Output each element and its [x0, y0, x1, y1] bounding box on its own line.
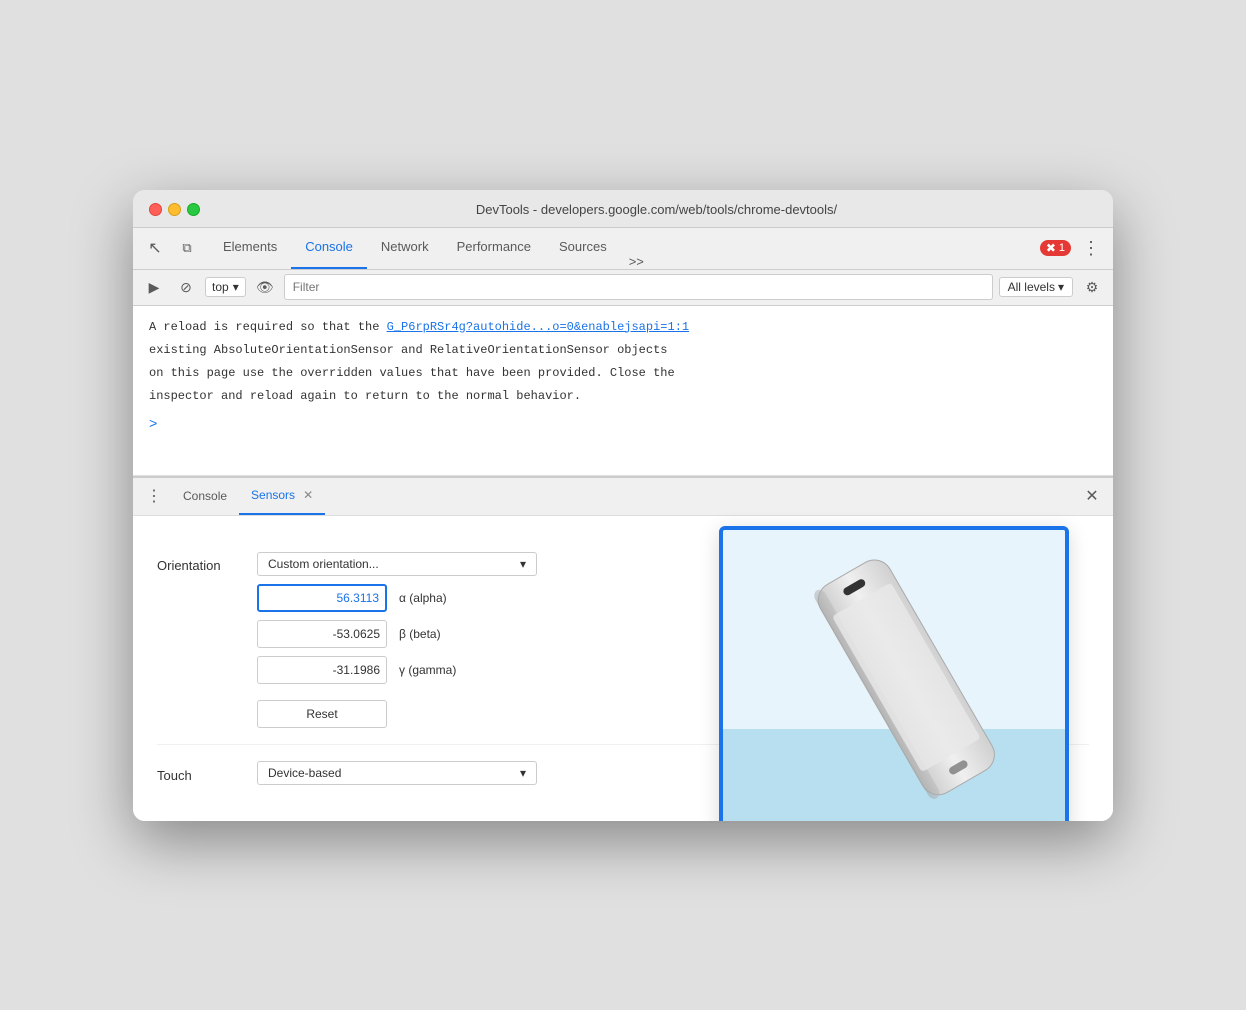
clear-btn[interactable]: ▶ — [141, 274, 167, 300]
bottom-tab-sensors[interactable]: Sensors ✕ — [239, 477, 325, 515]
titlebar: DevTools - developers.google.com/web/too… — [133, 190, 1113, 228]
more-vert-icon: ⋮ — [1082, 238, 1100, 259]
console-link[interactable]: G_P6rpRSr4g?autohide...o=0&enablejsapi=1… — [387, 320, 689, 334]
no-icon: ⊘ — [180, 279, 192, 296]
toolbar-right: ✖ 1 ⋮ — [1040, 234, 1105, 262]
traffic-lights — [149, 203, 200, 216]
minimize-traffic-light[interactable] — [168, 203, 181, 216]
filter-input[interactable] — [284, 274, 993, 300]
gamma-input[interactable] — [257, 656, 387, 684]
chevron-down-icon: ▾ — [520, 766, 526, 780]
tab-close-icon[interactable]: ✕ — [303, 488, 313, 502]
console-prompt[interactable]: > — [149, 414, 1097, 436]
eye-btn[interactable]: 👁 — [252, 274, 278, 300]
maximize-traffic-light[interactable] — [187, 203, 200, 216]
bottom-tab-console[interactable]: Console — [171, 477, 239, 515]
levels-value: All levels — [1008, 280, 1055, 294]
window-title: DevTools - developers.google.com/web/too… — [216, 202, 1097, 217]
settings-btn[interactable]: ⚙ — [1079, 274, 1105, 300]
context-value: top — [212, 280, 229, 294]
no-btn[interactable]: ⊘ — [173, 274, 199, 300]
alpha-row: α (alpha) — [257, 584, 537, 612]
gamma-label: γ (gamma) — [399, 663, 456, 677]
device-icon: ⧉ — [182, 240, 191, 256]
close-traffic-light[interactable] — [149, 203, 162, 216]
console-message-4: inspector and reload again to return to … — [149, 387, 1097, 406]
devtools-window: DevTools - developers.google.com/web/too… — [133, 190, 1113, 821]
more-vert-icon: ⋮ — [146, 486, 162, 506]
eye-icon: 👁 — [256, 279, 274, 296]
cursor-icon-btn[interactable]: ↖ — [141, 234, 169, 262]
orientation-viz-bg — [723, 530, 1065, 821]
touch-label: Touch — [157, 762, 257, 783]
context-selector[interactable]: top ▾ — [205, 277, 246, 297]
error-icon: ✖ — [1046, 241, 1056, 255]
touch-value: Device-based — [268, 766, 341, 780]
beta-input[interactable] — [257, 620, 387, 648]
orientation-label: Orientation — [157, 552, 257, 573]
tab-network[interactable]: Network — [367, 227, 443, 269]
chevron-down-icon: ▾ — [233, 280, 239, 294]
main-tabs: Elements Console Network Performance Sou… — [209, 228, 1040, 269]
console-message-1: A reload is required so that the G_P6rpR… — [149, 318, 1097, 337]
tab-performance[interactable]: Performance — [443, 227, 545, 269]
reset-button[interactable]: Reset — [257, 700, 387, 728]
more-menu-btn[interactable]: ⋮ — [1077, 234, 1105, 262]
phone-3d-svg — [789, 534, 1023, 819]
levels-dropdown[interactable]: All levels ▾ — [999, 277, 1073, 297]
device-icon-btn[interactable]: ⧉ — [173, 234, 201, 262]
alpha-label: α (alpha) — [399, 591, 447, 605]
bottom-tabs-bar: ⋮ Console Sensors ✕ ✕ — [133, 478, 1113, 516]
sensors-panel: Orientation Custom orientation... ▾ α (a… — [133, 516, 1113, 821]
orientation-visualizer — [719, 526, 1069, 821]
devtools-toolbar: ↖ ⧉ Elements Console Network Performance… — [133, 228, 1113, 270]
play-icon: ▶ — [149, 279, 160, 296]
alpha-input[interactable] — [257, 584, 387, 612]
bottom-panel: ⋮ Console Sensors ✕ ✕ Orientation Custom… — [133, 476, 1113, 821]
orientation-row: Orientation Custom orientation... ▾ α (a… — [157, 536, 1089, 745]
chevron-down-icon: ▾ — [1058, 280, 1064, 294]
cursor-icon: ↖ — [148, 238, 161, 258]
error-count: 1 — [1059, 242, 1065, 254]
gear-icon: ⚙ — [1086, 279, 1099, 296]
tab-sources[interactable]: Sources — [545, 227, 621, 269]
beta-label: β (beta) — [399, 627, 441, 641]
orientation-value: Custom orientation... — [268, 557, 379, 571]
beta-row: β (beta) — [257, 620, 537, 648]
console-toolbar: ▶ ⊘ top ▾ 👁 All levels ▾ ⚙ — [133, 270, 1113, 306]
toolbar-icons: ↖ ⧉ — [141, 234, 201, 262]
console-message-2: existing AbsoluteOrientationSensor and R… — [149, 341, 1097, 360]
tab-elements[interactable]: Elements — [209, 227, 291, 269]
orientation-controls: Custom orientation... ▾ α (alpha) β (bet… — [257, 552, 537, 728]
bottom-more-btn[interactable]: ⋮ — [141, 483, 167, 509]
tab-console[interactable]: Console — [291, 227, 367, 269]
chevron-down-icon: ▾ — [520, 557, 526, 571]
touch-dropdown[interactable]: Device-based ▾ — [257, 761, 537, 785]
panel-close-btn[interactable]: ✕ — [1079, 483, 1105, 509]
orientation-dropdown[interactable]: Custom orientation... ▾ — [257, 552, 537, 576]
more-tabs-btn[interactable]: >> — [621, 254, 652, 269]
console-message-3: on this page use the overridden values t… — [149, 364, 1097, 383]
error-badge[interactable]: ✖ 1 — [1040, 240, 1071, 256]
gamma-row: γ (gamma) — [257, 656, 537, 684]
console-output: A reload is required so that the G_P6rpR… — [133, 306, 1113, 476]
close-icon: ✕ — [1085, 486, 1098, 506]
